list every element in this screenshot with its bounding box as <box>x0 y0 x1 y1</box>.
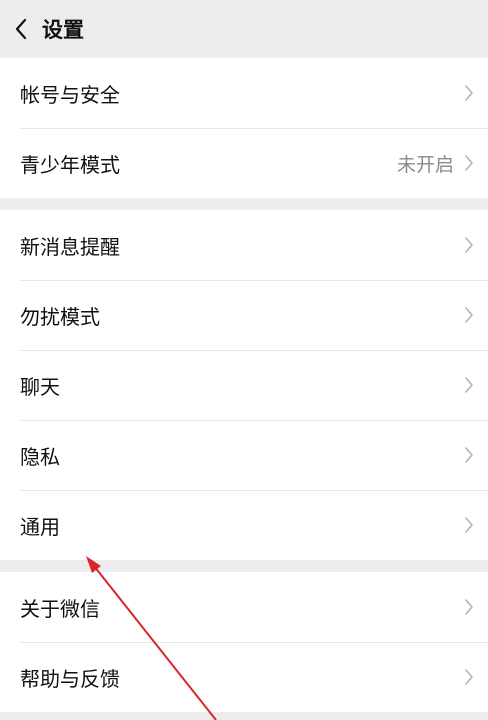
chevron-right-icon <box>464 516 474 534</box>
settings-item-account-security[interactable]: 帐号与安全 <box>0 58 488 128</box>
chevron-right-icon <box>464 668 474 686</box>
settings-item-label: 帐号与安全 <box>20 82 120 107</box>
settings-item-label: 勿扰模式 <box>20 304 100 329</box>
settings-group-about: 关于微信 帮助与反馈 <box>0 572 488 712</box>
settings-item-teen-mode[interactable]: 青少年模式 未开启 <box>0 128 488 198</box>
back-button[interactable] <box>14 9 28 49</box>
settings-page: 设置 帐号与安全 青少年模式 未开启 新消息提醒 勿扰模式 聊天 隐私 通用 关… <box>0 0 488 720</box>
settings-item-about-wechat[interactable]: 关于微信 <box>0 572 488 642</box>
settings-item-general[interactable]: 通用 <box>0 490 488 560</box>
settings-item-label: 关于微信 <box>20 596 100 621</box>
chevron-left-icon[interactable] <box>14 18 28 40</box>
settings-item-label: 帮助与反馈 <box>20 666 120 691</box>
settings-item-label: 隐私 <box>20 444 60 469</box>
settings-item-label: 新消息提醒 <box>20 234 120 259</box>
settings-group-general: 新消息提醒 勿扰模式 聊天 隐私 通用 <box>0 210 488 560</box>
chevron-right-icon <box>464 376 474 394</box>
settings-item-new-message-alerts[interactable]: 新消息提醒 <box>0 210 488 280</box>
settings-item-help-feedback[interactable]: 帮助与反馈 <box>0 642 488 712</box>
header: 设置 <box>0 0 488 58</box>
chevron-right-icon <box>464 236 474 254</box>
group-separator <box>0 560 488 572</box>
chevron-right-icon <box>464 154 474 172</box>
teen-mode-status: 未开启 <box>396 153 454 176</box>
settings-group-account: 帐号与安全 青少年模式 未开启 <box>0 58 488 198</box>
settings-item-do-not-disturb[interactable]: 勿扰模式 <box>0 280 488 350</box>
chevron-right-icon <box>464 446 474 464</box>
group-separator <box>0 198 488 210</box>
settings-item-label: 聊天 <box>20 374 60 399</box>
chevron-right-icon <box>464 306 474 324</box>
settings-item-label: 通用 <box>20 514 60 539</box>
chevron-right-icon <box>464 598 474 616</box>
settings-item-label: 青少年模式 <box>20 152 120 177</box>
chevron-right-icon <box>464 84 474 102</box>
settings-item-chat[interactable]: 聊天 <box>0 350 488 420</box>
settings-item-privacy[interactable]: 隐私 <box>0 420 488 490</box>
page-title: 设置 <box>42 18 84 42</box>
